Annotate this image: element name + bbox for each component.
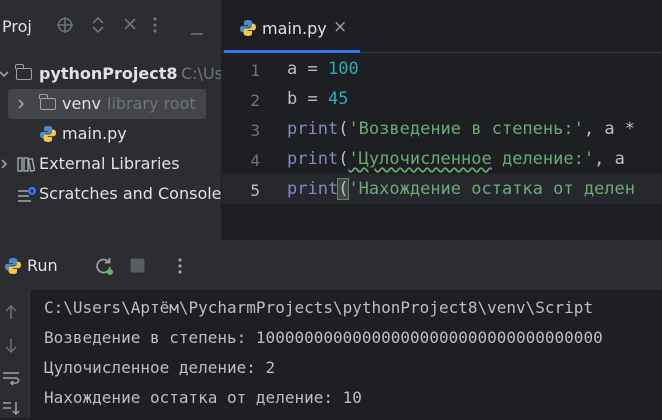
more-options-icon[interactable]	[177, 257, 183, 279]
scratches-label: Scratches and Consoles	[39, 184, 221, 203]
chevron-down-icon[interactable]	[0, 65, 12, 84]
project-tool-window: Proj pythonProject8 C:\Us venv library r…	[0, 0, 221, 240]
close-icon[interactable]: ×	[333, 17, 347, 37]
scroll-to-end-icon[interactable]	[0, 400, 22, 420]
console-line: Цулочисленное деление: 2	[44, 358, 276, 377]
project-path-hint: C:\Us	[181, 64, 221, 83]
arrow-up-icon[interactable]	[0, 304, 22, 324]
arrow-down-icon[interactable]	[0, 338, 22, 358]
code-operator: =	[297, 89, 328, 109]
external-libraries-label: External Libraries	[39, 154, 180, 173]
code-line[interactable]: print('Цулочисленное деление:', a	[287, 149, 625, 169]
tree-item-project[interactable]: pythonProject8 C:\Us	[0, 59, 221, 89]
run-side-toolbar	[0, 290, 30, 418]
folder-icon	[39, 94, 56, 110]
locate-icon[interactable]	[56, 16, 74, 38]
code-number: 100	[327, 59, 359, 79]
code-string-typo: 'Цулочисленное	[348, 149, 492, 169]
tab-label: main.py	[262, 19, 327, 38]
code-rest: , a	[594, 149, 625, 169]
soft-wrap-icon[interactable]	[0, 370, 22, 390]
code-line[interactable]: b = 45	[287, 89, 348, 109]
tab-main-py[interactable]: main.py ×	[222, 0, 360, 53]
code-paren: (	[338, 149, 349, 169]
code-identifier: a	[287, 59, 298, 79]
code-operator: =	[297, 59, 328, 79]
line-number: 2	[250, 91, 260, 110]
project-pane-header: Proj	[0, 0, 221, 56]
line-number: 5	[250, 181, 260, 200]
run-tool-window: Run C:\Users\Артём\PycharmProjects\pytho…	[0, 240, 662, 418]
close-icon[interactable]	[122, 16, 138, 36]
code-builtin: print	[287, 179, 339, 199]
run-toolbar: Run	[0, 240, 662, 290]
project-name: pythonProject8	[39, 64, 178, 83]
run-tab-label[interactable]: Run	[27, 256, 58, 275]
venv-hint: library root	[107, 94, 196, 113]
code-builtin: print	[287, 119, 339, 139]
chevron-right-icon[interactable]	[0, 155, 12, 174]
line-number: 1	[250, 61, 260, 80]
expand-collapse-icon[interactable]	[90, 16, 106, 38]
code-string: деление:'	[491, 149, 595, 169]
venv-name: venv	[62, 94, 101, 113]
options-icon[interactable]	[152, 16, 158, 38]
library-icon	[17, 156, 36, 176]
minimize-icon[interactable]	[190, 21, 204, 40]
python-file-icon	[39, 125, 57, 143]
code-line[interactable]: print('Возведение в степень:', a *	[287, 119, 635, 139]
line-number-gutter: 1 2 3 4 5	[222, 53, 278, 240]
rerun-icon[interactable]	[94, 256, 114, 280]
console-output[interactable]: C:\Users\Артём\PycharmProjects\pythonPro…	[30, 290, 662, 418]
file-name: main.py	[62, 124, 127, 143]
python-icon	[4, 257, 22, 279]
console-line: C:\Users\Артём\PycharmProjects\pythonPro…	[44, 298, 594, 317]
console-line: Возведение в степень: 100000000000000000…	[44, 328, 603, 347]
line-number: 4	[250, 151, 260, 170]
code-paren-matched: (	[337, 178, 350, 200]
code-paren: (	[338, 119, 349, 139]
python-file-icon	[239, 19, 257, 37]
folder-icon	[15, 64, 32, 80]
code-line[interactable]: print('Нахождение остатка от делен	[287, 178, 636, 200]
code-string: 'Нахождение остатка от делен	[348, 179, 636, 199]
console-line: Нахождение остатка от деление: 10	[44, 388, 362, 407]
chevron-right-icon[interactable]	[15, 95, 29, 114]
project-pane-title[interactable]: Proj	[2, 17, 32, 36]
code-rest: , a *	[583, 119, 636, 139]
editor-tab-bar: main.py ×	[222, 0, 662, 53]
tree-item-main-py[interactable]: main.py	[0, 119, 221, 149]
code-number: 45	[327, 89, 349, 109]
code-identifier: b	[287, 89, 298, 109]
code-string: 'Возведение в степень:'	[348, 119, 584, 139]
tree-item-scratches[interactable]: Scratches and Consoles	[0, 179, 221, 209]
code-line[interactable]: a = 100	[287, 59, 359, 79]
stop-icon[interactable]	[130, 258, 145, 277]
tree-item-venv[interactable]: venv library root	[0, 89, 221, 119]
scratches-icon	[17, 186, 37, 208]
code-builtin: print	[287, 149, 339, 169]
line-number: 3	[250, 121, 260, 140]
tree-item-external-libraries[interactable]: External Libraries	[0, 149, 221, 179]
editor-area: main.py × 1 2 3 4 5 a = 100 b = 45 print…	[222, 0, 662, 240]
